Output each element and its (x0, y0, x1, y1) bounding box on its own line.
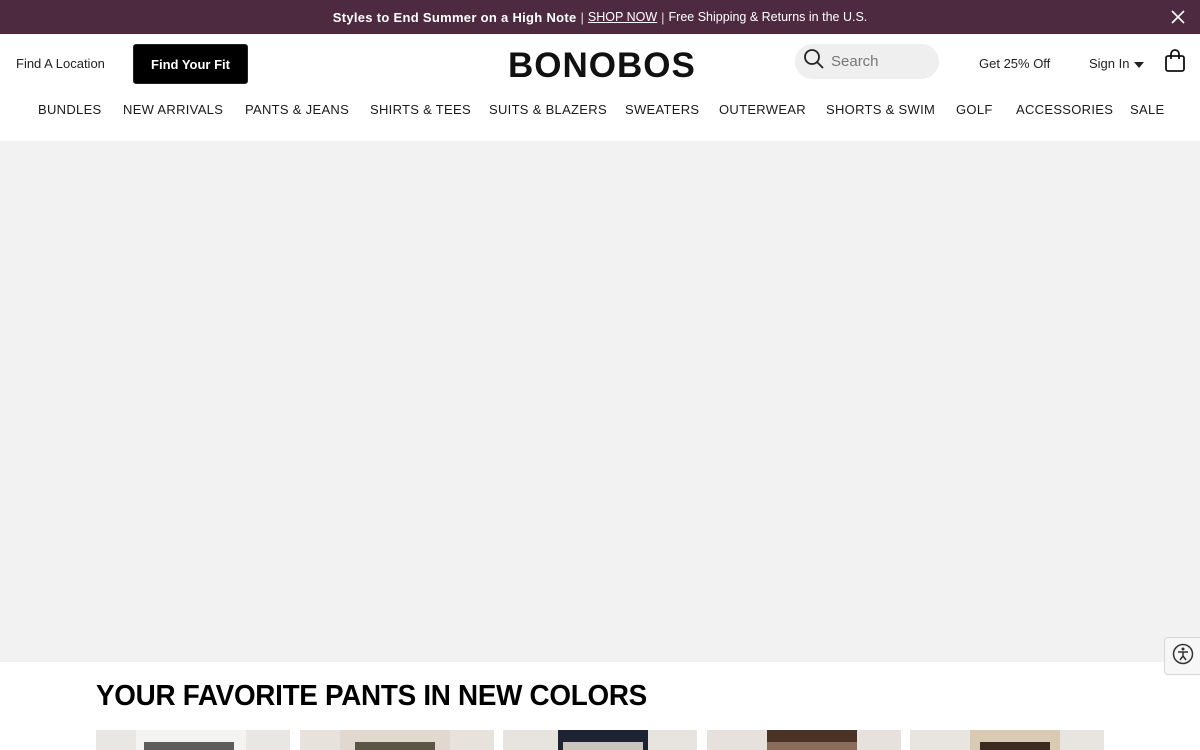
product-tile[interactable] (707, 730, 901, 750)
promo-bar: Styles to End Summer on a High Note | SH… (0, 0, 1200, 34)
product-image-detail (767, 742, 857, 750)
find-your-fit-button[interactable]: Find Your Fit (133, 44, 248, 84)
nav-pants-jeans[interactable]: PANTS & JEANS (245, 102, 349, 117)
product-image-detail (355, 742, 435, 750)
nav-suits-blazers[interactable]: SUITS & BLAZERS (489, 102, 607, 117)
sign-in-dropdown[interactable]: Sign In (1089, 56, 1145, 71)
nav-sale[interactable]: SALE (1130, 102, 1164, 117)
site-header: Find A Location Find Your Fit BONOBOS Ge… (0, 34, 1200, 94)
nav-golf[interactable]: GOLF (956, 102, 993, 117)
search-input[interactable] (831, 53, 931, 70)
nav-shirts-tees[interactable]: SHIRTS & TEES (370, 102, 471, 117)
promo-separator: | (580, 9, 584, 25)
section-title: YOUR FAVORITE PANTS IN NEW COLORS (96, 680, 647, 712)
get-25-off-link[interactable]: Get 25% Off (979, 56, 1050, 71)
product-image-detail (980, 742, 1050, 750)
product-tile[interactable] (300, 730, 494, 750)
close-icon[interactable] (1170, 9, 1186, 25)
product-image-detail (144, 742, 234, 750)
product-tile[interactable] (96, 730, 290, 750)
hero-banner[interactable] (0, 141, 1200, 662)
promo-headline: Styles to End Summer on a High Note (332, 9, 577, 25)
search-bar[interactable] (795, 44, 939, 79)
product-tile[interactable] (503, 730, 697, 750)
nav-accessories[interactable]: ACCESSORIES (1016, 102, 1113, 117)
search-icon[interactable] (803, 48, 825, 75)
promo-shipping-text: Free Shipping & Returns in the U.S. (668, 10, 868, 24)
accessibility-icon (1172, 643, 1194, 670)
nav-bundles[interactable]: BUNDLES (38, 102, 102, 117)
accessibility-widget[interactable] (1164, 637, 1200, 675)
product-tile[interactable] (910, 730, 1104, 750)
promo-separator: | (661, 9, 665, 25)
product-carousel (96, 730, 1104, 750)
find-location-link[interactable]: Find A Location (16, 56, 105, 71)
nav-shorts-swim[interactable]: SHORTS & SWIM (826, 102, 935, 117)
brand-logo[interactable]: BONOBOS (508, 46, 696, 86)
caret-down-icon (1134, 56, 1145, 71)
shopping-bag-icon[interactable] (1164, 49, 1186, 78)
main-navigation: BUNDLES NEW ARRIVALS PANTS & JEANS SHIRT… (0, 94, 1200, 124)
nav-outerwear[interactable]: OUTERWEAR (719, 102, 806, 117)
nav-sweaters[interactable]: SWEATERS (625, 102, 699, 117)
shop-now-link[interactable]: SHOP NOW (588, 10, 657, 24)
product-image-detail (563, 742, 643, 750)
sign-in-label: Sign In (1089, 56, 1130, 71)
nav-new-arrivals[interactable]: NEW ARRIVALS (123, 102, 223, 117)
